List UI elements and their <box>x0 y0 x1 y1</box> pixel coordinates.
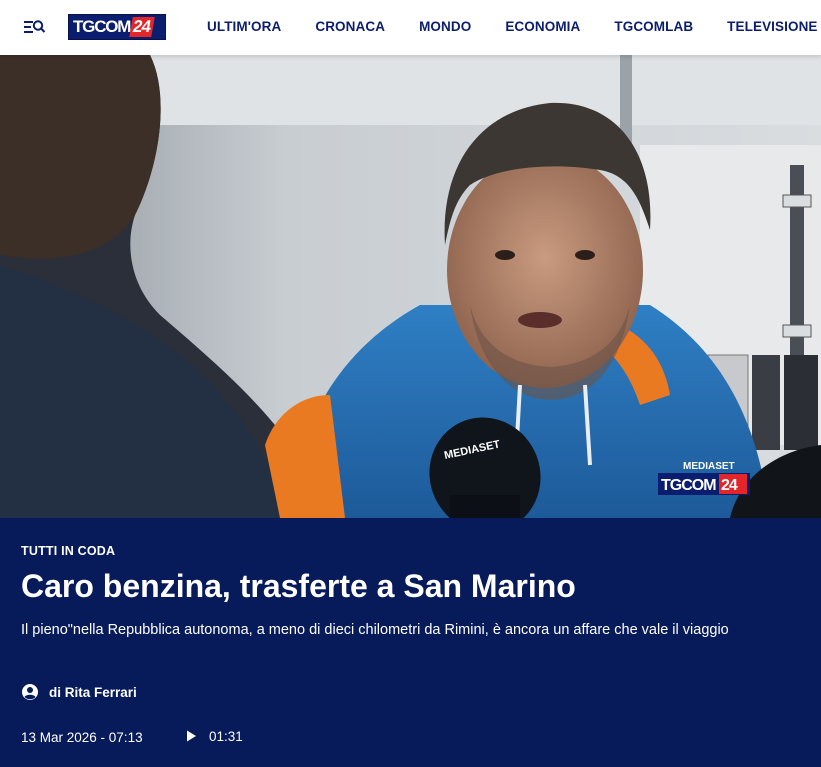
video-duration: 01:31 <box>209 728 243 744</box>
play-icon <box>187 730 196 742</box>
watermark-mediaset: MEDIASET <box>683 461 735 472</box>
logo-text: TGCOM <box>73 17 131 36</box>
publish-date: 13 Mar 2026 - 07:13 <box>21 730 143 745</box>
hero-image: MEDIASET MEDIASET TGCOM 24 <box>0 55 821 518</box>
nav-item-televisione[interactable]: TELEVISIONE <box>727 19 817 34</box>
nav-item-ultimora[interactable]: ULTIM'ORA <box>207 19 281 34</box>
tgcom24-logo[interactable]: TGCOM 24 <box>68 14 166 40</box>
article-kicker[interactable]: TUTTI IN CODA <box>21 544 115 558</box>
author-prefix: di <box>49 684 61 700</box>
article-title: Caro benzina, trasferte a San Marino <box>21 568 576 604</box>
user-circle-icon <box>22 684 38 700</box>
watermark-logo-text: TGCOM <box>661 477 716 494</box>
nav-item-mondo[interactable]: MONDO <box>419 19 471 34</box>
hero-video-thumbnail[interactable]: MEDIASET MEDIASET TGCOM 24 <box>0 55 821 518</box>
logo-badge: 24 <box>129 17 155 37</box>
nav-item-economia[interactable]: ECONOMIA <box>505 19 580 34</box>
author-name[interactable]: Rita Ferrari <box>65 685 137 700</box>
article-header: TUTTI IN CODA Caro benzina, trasferte a … <box>0 518 821 767</box>
main-nav: ULTIM'ORA CRONACA MONDO ECONOMIA TGCOMLA… <box>207 19 821 34</box>
menu-search-icon[interactable] <box>20 14 48 40</box>
nav-item-tgcomlab[interactable]: TGCOMLAB <box>614 19 693 34</box>
watermark-badge-text: 24 <box>721 477 738 494</box>
top-bar: TGCOM 24 ULTIM'ORA CRONACA MONDO ECONOMIA… <box>0 0 821 55</box>
nav-item-cronaca[interactable]: CRONACA <box>315 19 385 34</box>
video-duration-button[interactable]: 01:31 <box>183 728 243 744</box>
article-summary: Il pieno"nella Repubblica autonoma, a me… <box>21 622 729 638</box>
author-byline[interactable]: di Rita Ferrari <box>21 683 137 701</box>
